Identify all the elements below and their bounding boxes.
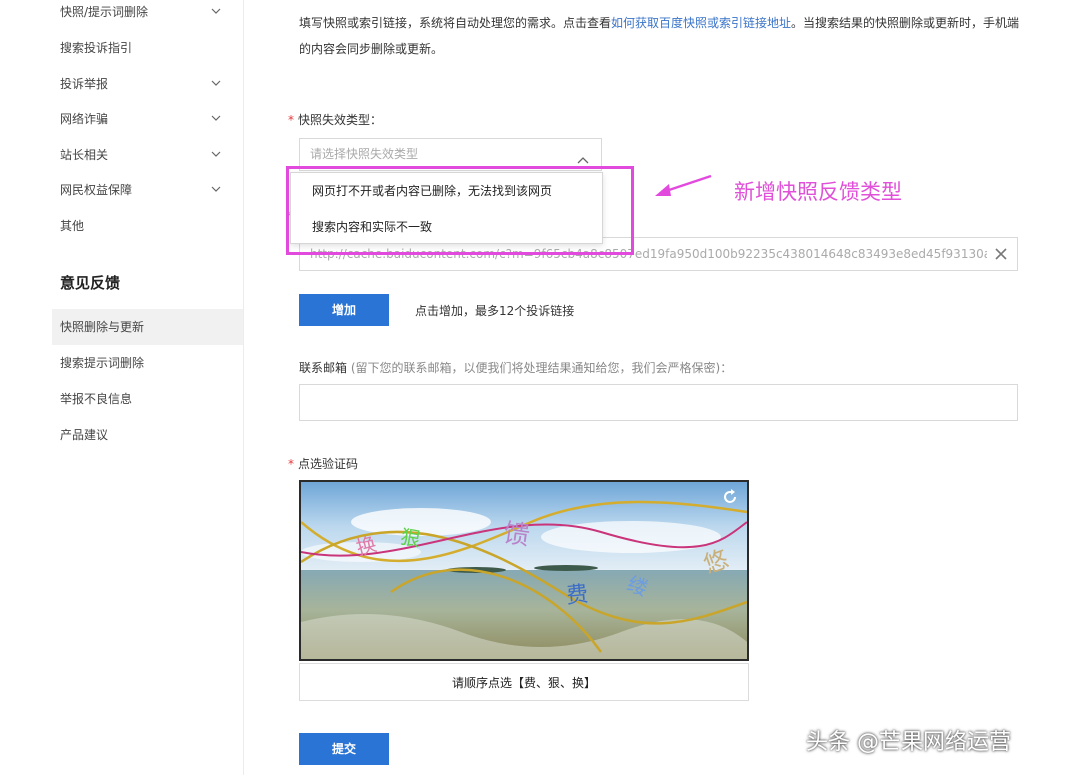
captcha-char: 馈 bbox=[501, 518, 532, 552]
sidebar-item-label: 快照删除与更新 bbox=[60, 320, 145, 334]
sidebar-item-label: 网民权益保障 bbox=[60, 183, 133, 197]
sidebar-item-label: 站长相关 bbox=[60, 148, 109, 162]
sidebar-item-report[interactable]: 投诉举报 bbox=[52, 66, 243, 102]
captcha-image[interactable]: 换 狠 馈 费 缕 悠 bbox=[299, 480, 749, 661]
required-mark: * bbox=[288, 457, 294, 471]
close-icon[interactable] bbox=[993, 246, 1009, 262]
captcha-label-text: 点选验证码 bbox=[298, 457, 359, 471]
sidebar-item-snapshot-delete[interactable]: 快照/提示词删除 bbox=[52, 0, 243, 30]
intro-text-part: 填写快照或索引链接，系统将自动处理您的需求。点击查看 bbox=[299, 16, 612, 30]
annotation-text: 新增快照反馈类型 bbox=[734, 180, 902, 204]
email-hint: (留下您的联系邮箱，以便我们将处理结果通知给您，我们会严格保密)： bbox=[347, 361, 733, 375]
chevron-down-icon bbox=[211, 137, 223, 173]
sidebar-item-label: 网络诈骗 bbox=[60, 112, 109, 126]
refresh-icon[interactable] bbox=[721, 488, 739, 506]
chevron-down-icon bbox=[211, 101, 223, 137]
intro-text: 填写快照或索引链接，系统将自动处理您的需求。点击查看如何获取百度快照或索引链接地… bbox=[299, 10, 1029, 62]
sidebar-item-label: 快照/提示词删除 bbox=[60, 5, 149, 19]
sidebar-item-search-complaint[interactable]: 搜索投诉指引 bbox=[52, 30, 243, 66]
sidebar-item-suggest-delete[interactable]: 搜索提示词删除 bbox=[52, 345, 243, 381]
sidebar-item-suggestion[interactable]: 产品建议 bbox=[52, 417, 243, 453]
email-label-text: 联系邮箱 bbox=[299, 361, 348, 375]
sidebar-item-snapshot-update[interactable]: 快照删除与更新 bbox=[52, 309, 243, 345]
sidebar-item-label: 投诉举报 bbox=[60, 77, 109, 91]
annotation-arrow-icon bbox=[653, 170, 713, 204]
add-hint: 点击增加，最多12个投诉链接 bbox=[415, 304, 575, 318]
type-label: * 快照失效类型： bbox=[288, 111, 382, 128]
sidebar-item-label: 产品建议 bbox=[60, 428, 109, 442]
watermark: 头条 @芒果网络运营 bbox=[806, 730, 1011, 755]
sidebar-item-fraud[interactable]: 网络诈骗 bbox=[52, 101, 243, 137]
sidebar: 快照/提示词删除 搜索投诉指引 投诉举报 网络诈骗 站长相关 网民权益保障 其他… bbox=[0, 0, 244, 775]
type-label-text: 快照失效类型： bbox=[298, 113, 383, 127]
sidebar-item-other[interactable]: 其他 bbox=[52, 208, 243, 244]
feedback-heading: 意见反馈 bbox=[60, 274, 121, 292]
help-link[interactable]: 如何获取百度快照或索引链接地址 bbox=[611, 16, 791, 30]
sidebar-item-rights[interactable]: 网民权益保障 bbox=[52, 172, 243, 208]
email-label: 联系邮箱 (留下您的联系邮箱，以便我们将处理结果通知给您，我们会严格保密)： bbox=[299, 359, 732, 376]
sidebar-item-webmaster[interactable]: 站长相关 bbox=[52, 137, 243, 173]
captcha-label: * 点选验证码 bbox=[288, 455, 358, 472]
main-content: 填写快照或索引链接，系统将自动处理您的需求。点击查看如何获取百度快照或索引链接地… bbox=[245, 0, 1080, 775]
required-mark: * bbox=[288, 113, 294, 127]
submit-button[interactable]: 提交 bbox=[299, 733, 389, 765]
sidebar-item-report-bad[interactable]: 举报不良信息 bbox=[52, 381, 243, 417]
sidebar-item-label: 其他 bbox=[60, 219, 85, 233]
chevron-down-icon bbox=[211, 0, 223, 30]
chevron-down-icon bbox=[211, 172, 223, 208]
sidebar-item-label: 搜索提示词删除 bbox=[60, 356, 145, 370]
add-button[interactable]: 增加 bbox=[299, 294, 389, 326]
captcha-prompt: 请顺序点选【费、狠、换】 bbox=[299, 663, 749, 701]
sidebar-item-label: 搜索投诉指引 bbox=[60, 41, 133, 55]
sidebar-item-label: 举报不良信息 bbox=[60, 392, 133, 406]
chevron-down-icon bbox=[211, 66, 223, 102]
email-field[interactable] bbox=[299, 384, 1018, 421]
captcha-char: 费 bbox=[565, 581, 590, 610]
annotation-highlight-box bbox=[286, 166, 634, 255]
